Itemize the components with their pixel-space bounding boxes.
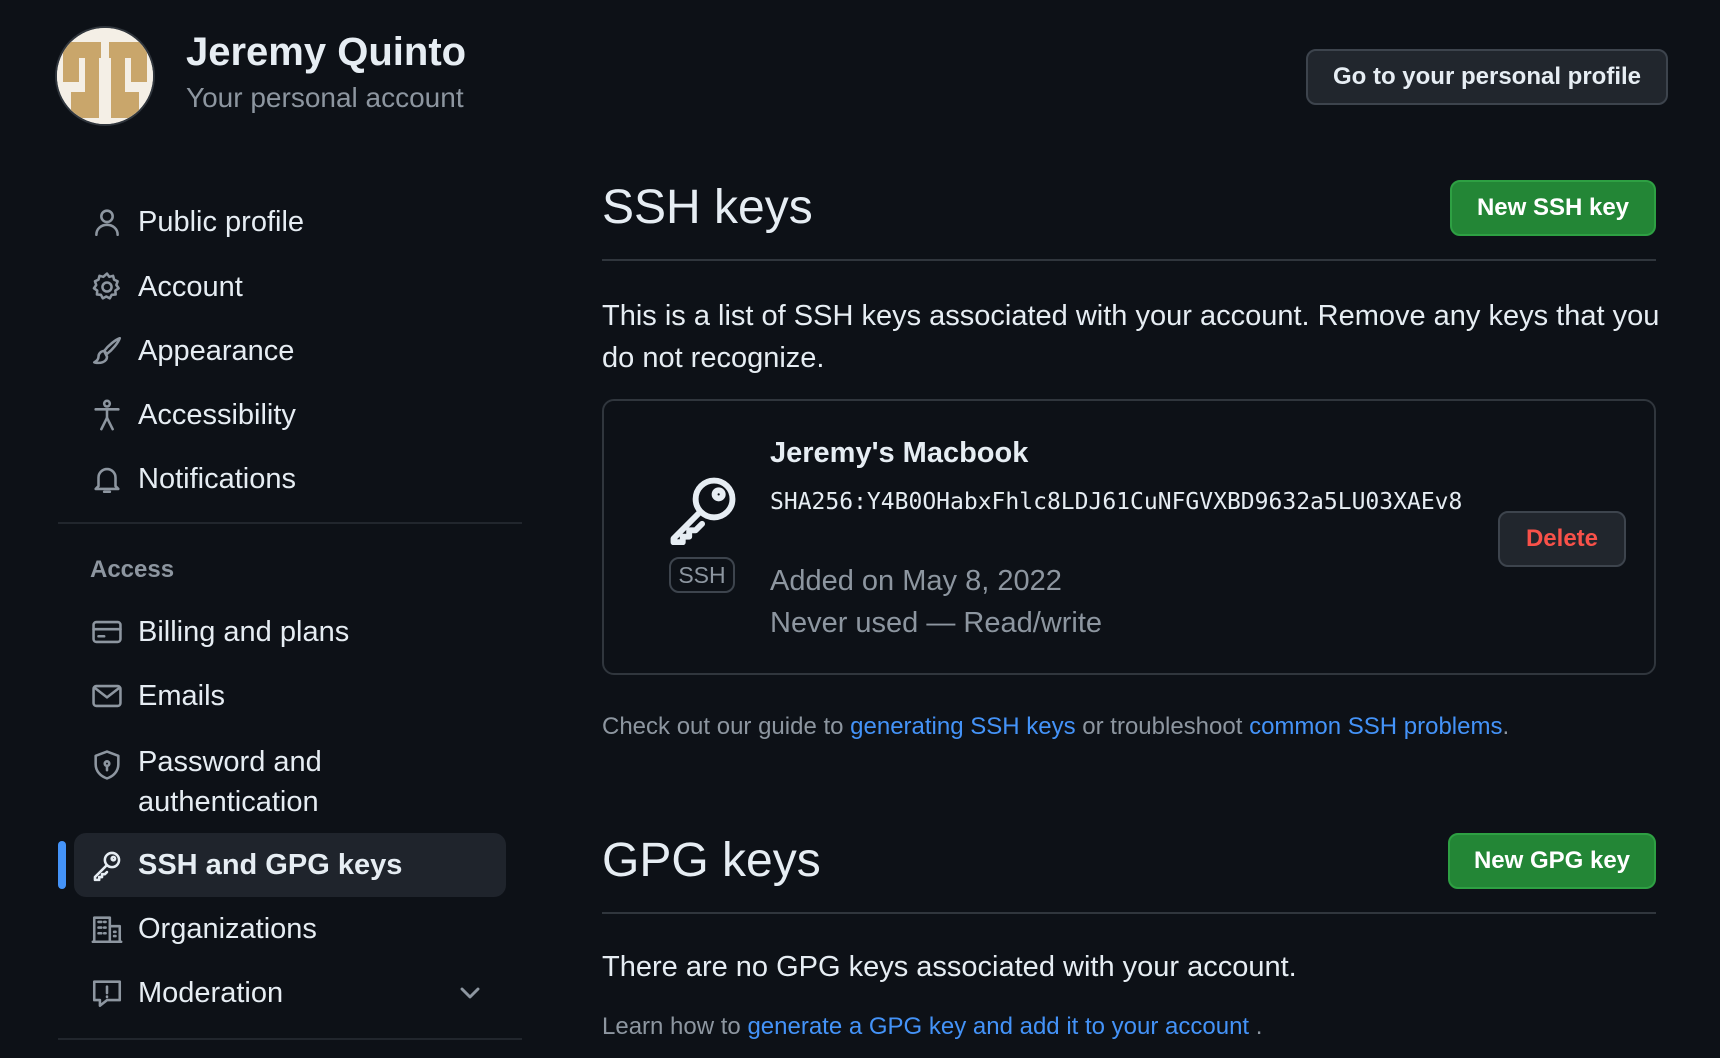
gpg-help-suffix: . [1249,1013,1263,1040]
shield-lock-icon [90,748,124,782]
key-icon [90,848,124,882]
chevron-down-icon[interactable] [454,977,486,1009]
avatar[interactable] [57,28,153,124]
avatar-identicon [57,28,153,124]
sidebar-divider [58,1038,522,1040]
sidebar-item-ssh-gpg-keys[interactable]: SSH and GPG keys [74,833,506,897]
sidebar-item-appearance[interactable]: Appearance [74,319,506,383]
gpg-heading-divider [602,912,1656,914]
ssh-help-text: Check out our guide to generating SSH ke… [602,713,1509,741]
organization-icon [90,912,124,946]
ssh-key-fingerprint: SHA256:Y4B0OHabxFhlc8LDJ61CuNFGVXBD9632a… [770,489,1463,515]
sidebar-item-label: SSH and GPG keys [138,848,403,881]
ssh-description: This is a list of SSH keys associated wi… [602,300,1660,374]
gpg-keys-heading: GPG keys [602,834,821,887]
gear-icon [90,270,124,304]
bell-icon [90,462,124,496]
generating-ssh-keys-link[interactable]: generating SSH keys [850,713,1075,740]
sidebar-item-label: Billing and plans [138,615,350,648]
key-icon [666,475,740,546]
sidebar-item-account[interactable]: Account [74,255,506,319]
common-ssh-problems-link[interactable]: common SSH problems [1249,713,1502,740]
delete-ssh-key-button[interactable]: Delete [1498,511,1626,567]
sidebar-section-access: Access [90,556,175,583]
sidebar-item-notifications[interactable]: Notifications [74,447,506,511]
gpg-help-text: Learn how to generate a GPG key and add … [602,1013,1262,1041]
sidebar-item-moderation[interactable]: Moderation [74,961,506,1025]
account-name: Jeremy Quinto [186,30,467,74]
ssh-key-added-date: Added on May 8, 2022 [770,565,1062,597]
ssh-key-item: SSH Jeremy's Macbook SHA256:Y4B0OHabxFhl… [602,399,1656,675]
sidebar-item-billing[interactable]: Billing and plans [74,600,506,664]
gpg-empty-text: There are no GPG keys associated with yo… [602,951,1297,983]
ssh-type-label: SSH [669,557,735,593]
sidebar-item-label: Organizations [138,912,317,945]
ssh-key-title: Jeremy's Macbook [770,437,1029,469]
sidebar-item-label: Account [138,270,243,303]
mail-icon [90,679,124,713]
sidebar-item-label: Accessibility [138,398,296,431]
sidebar-item-password-authentication[interactable]: Password and authentication [74,738,506,824]
gpg-help-prefix: Learn how to [602,1013,748,1040]
new-ssh-key-button[interactable]: New SSH key [1450,180,1656,236]
person-icon [90,205,124,239]
paintbrush-icon [90,334,124,368]
ssh-help-prefix: Check out our guide to [602,713,851,740]
ssh-help-suffix: . [1502,713,1510,740]
sidebar-item-label: Emails [138,679,226,712]
report-icon [90,976,124,1010]
account-subtitle: Your personal account [186,82,464,113]
sidebar-item-label: Appearance [138,334,295,367]
sidebar-item-label: Public profile [138,205,305,238]
sidebar-item-public-profile[interactable]: Public profile [74,190,506,254]
sidebar-item-label: Notifications [138,462,296,495]
sidebar-item-label: Password and authentication [138,746,322,818]
sidebar-divider [58,522,522,524]
generate-gpg-key-link[interactable]: generate a GPG key and add it to your ac… [747,1013,1249,1040]
sidebar-item-label: Moderation [138,976,284,1009]
ssh-heading-divider [602,259,1656,261]
active-indicator [58,841,66,889]
sidebar-item-organizations[interactable]: Organizations [74,897,506,961]
ssh-key-usage: Never used — Read/write [770,607,1103,639]
credit-card-icon [90,615,124,649]
new-gpg-key-button[interactable]: New GPG key [1448,833,1656,889]
ssh-help-middle: or troubleshoot [1075,713,1250,740]
go-to-profile-button[interactable]: Go to your personal profile [1306,49,1668,105]
sidebar-item-emails[interactable]: Emails [74,664,506,728]
ssh-keys-heading: SSH keys [602,181,813,234]
accessibility-icon [90,398,124,432]
sidebar-item-accessibility[interactable]: Accessibility [74,383,506,447]
